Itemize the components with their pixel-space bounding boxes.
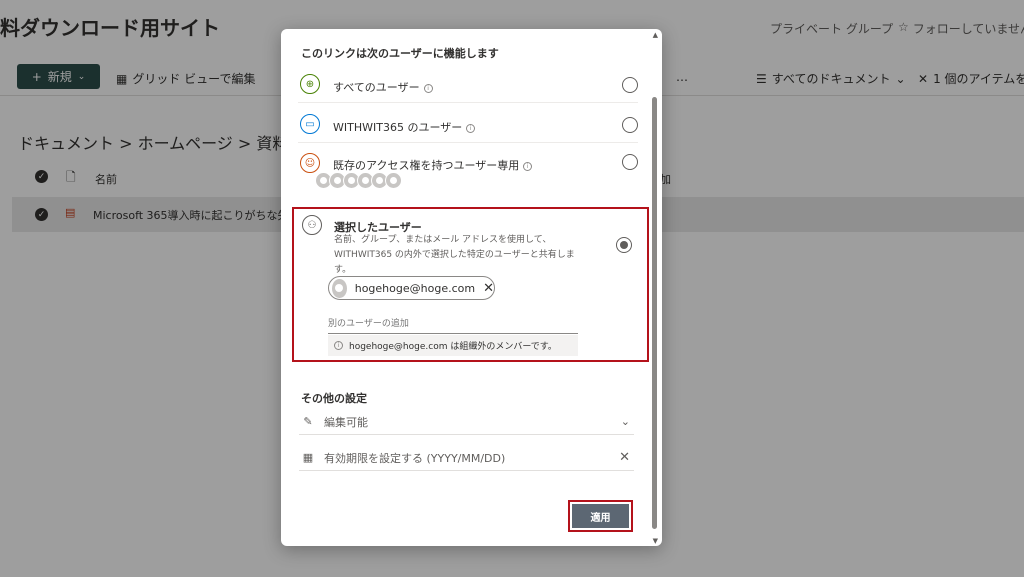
clear-date-icon[interactable]: ✕ xyxy=(619,450,630,465)
other-settings-title: その他の設定 xyxy=(301,392,367,405)
add-user-input[interactable] xyxy=(328,314,578,334)
avatar xyxy=(385,172,402,189)
avatar xyxy=(332,278,347,298)
radio-existing-access[interactable] xyxy=(622,154,638,170)
recipient-chip[interactable]: hogehoge@hoge.com ✕ xyxy=(328,276,495,300)
divider xyxy=(298,142,638,143)
option-existing-label-wrap: 既存のアクセス権を持つユーザー専用 i xyxy=(333,157,533,173)
permission-dropdown[interactable]: ✎ 編集可能 ⌄ xyxy=(299,409,634,435)
person-add-icon: ⚇ xyxy=(302,215,322,235)
info-icon[interactable]: i xyxy=(523,162,533,171)
apply-button[interactable]: 適用 xyxy=(572,504,629,528)
recipient-email: hogehoge@hoge.com xyxy=(354,281,476,295)
external-member-warning: i hogehoge@hoge.com は組織外のメンバーです。 xyxy=(328,335,578,356)
radio-anyone[interactable] xyxy=(622,77,638,93)
dialog-title: このリンクは次のユーザーに機能します xyxy=(301,47,499,60)
option-existing-label: 既存のアクセス権を持つユーザー専用 xyxy=(333,159,520,172)
radio-specific-people[interactable] xyxy=(616,237,632,253)
globe-icon: ⊕ xyxy=(300,74,320,94)
link-settings-dialog: ▲ ▼ このリンクは次のユーザーに機能します ⊕ すべてのユーザー i ▭ WIT… xyxy=(281,29,662,546)
apply-button-highlight: 適用 xyxy=(568,500,633,532)
option-organization[interactable]: ▭ WITHWIT365 のユーザー i xyxy=(298,113,638,137)
option-organization-label: WITHWIT365 のユーザー xyxy=(333,121,463,134)
avatar-group xyxy=(315,172,402,189)
divider xyxy=(298,102,638,103)
info-icon: i xyxy=(334,341,343,350)
expiry-date-field[interactable]: ▦ 有効期限を設定する (YYYY/MM/DD) ✕ xyxy=(299,445,634,471)
option-organization-label-wrap: WITHWIT365 のユーザー i xyxy=(333,119,476,135)
scroll-up-arrow-icon[interactable]: ▲ xyxy=(653,31,658,39)
pencil-icon: ✎ xyxy=(303,415,313,428)
person-icon: ☺ xyxy=(300,153,320,173)
scroll-down-arrow-icon[interactable]: ▼ xyxy=(653,537,658,545)
option-anyone[interactable]: ⊕ すべてのユーザー i xyxy=(298,73,638,97)
remove-recipient-icon[interactable]: ✕ xyxy=(483,282,494,295)
warning-text: hogehoge@hoge.com は組織外のメンバーです。 xyxy=(349,342,557,352)
option-specific-people-highlight[interactable]: ⚇ 選択したユーザー 名前、グループ、またはメール アドレスを使用して、WITH… xyxy=(292,207,649,362)
radio-organization[interactable] xyxy=(622,117,638,133)
expiry-placeholder: 有効期限を設定する (YYYY/MM/DD) xyxy=(324,451,506,465)
info-icon[interactable]: i xyxy=(466,124,476,133)
briefcase-icon: ▭ xyxy=(300,114,320,134)
option-anyone-label: すべてのユーザー xyxy=(333,81,420,94)
permission-value: 編集可能 xyxy=(324,415,368,429)
option-specific-people-description: 名前、グループ、またはメール アドレスを使用して、WITHWIT365 の内外で… xyxy=(334,235,575,275)
option-anyone-label-wrap: すべてのユーザー i xyxy=(333,79,433,95)
info-icon[interactable]: i xyxy=(423,84,433,93)
chevron-down-icon: ⌄ xyxy=(620,415,630,428)
calendar-icon: ▦ xyxy=(302,451,314,464)
scrollbar-thumb[interactable] xyxy=(652,97,657,529)
